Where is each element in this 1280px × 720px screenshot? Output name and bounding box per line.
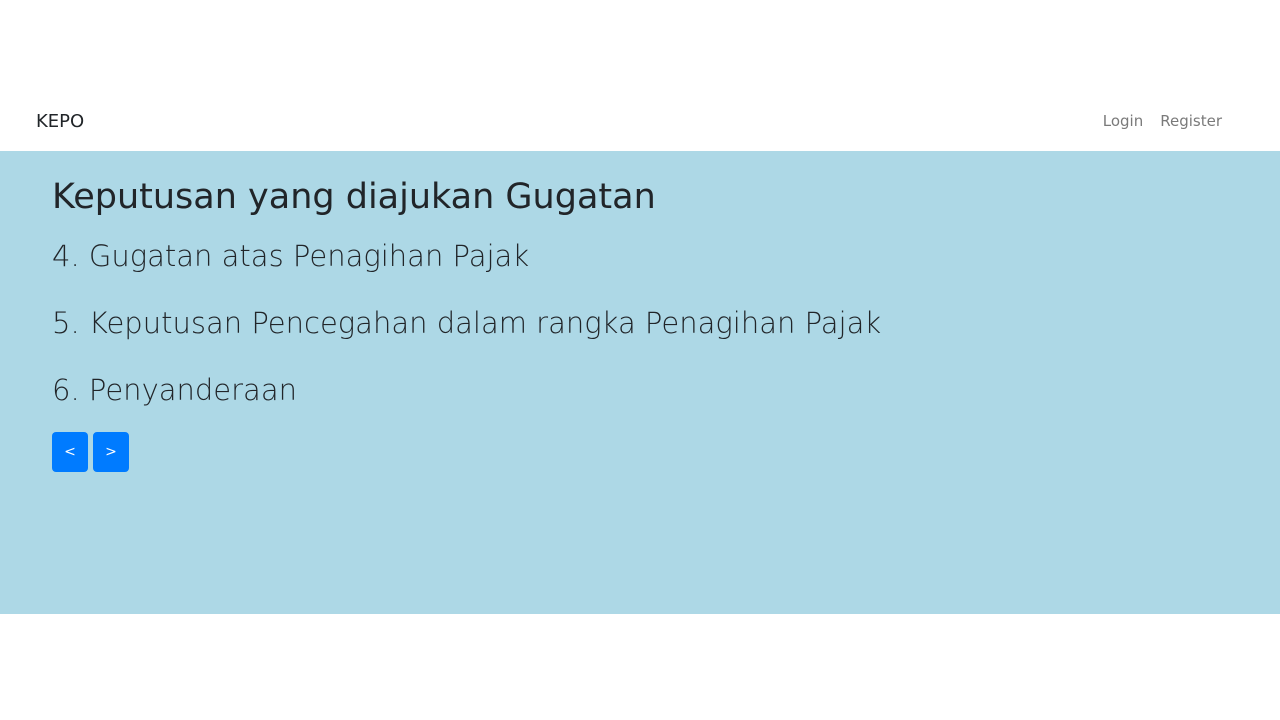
list-item: 6. Penyanderaan [52, 373, 297, 407]
nav-links: Login Register [1103, 112, 1222, 130]
next-button[interactable]: > [93, 432, 129, 472]
pager: < > [52, 432, 129, 472]
item-list: 4. Gugatan atas Penagihan Pajak 5. Keput… [52, 237, 881, 438]
page-title: Keputusan yang diajukan Gugatan [52, 177, 656, 217]
register-link[interactable]: Register [1160, 112, 1222, 130]
list-item: 4. Gugatan atas Penagihan Pajak [52, 239, 530, 273]
navbar: KEPO Login Register [0, 93, 1280, 151]
brand-link[interactable]: KEPO [36, 111, 84, 132]
content-panel: Keputusan yang diajukan Gugatan 4. Gugat… [0, 151, 1280, 614]
login-link[interactable]: Login [1103, 112, 1143, 130]
list-item: 5. Keputusan Pencegahan dalam rangka Pen… [52, 306, 882, 340]
previous-button[interactable]: < [52, 432, 88, 472]
